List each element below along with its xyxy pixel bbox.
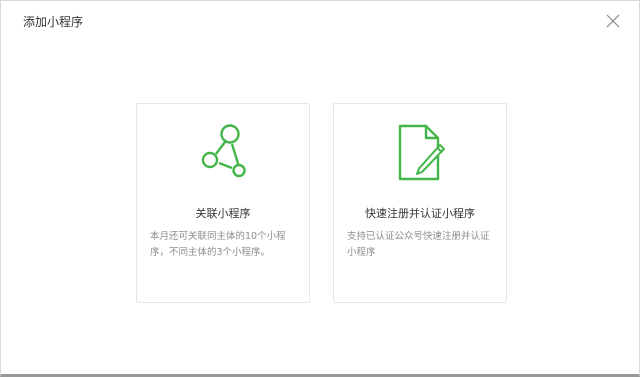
link-nodes-icon [201,124,246,178]
card-description: 本月还可关联同主体的10个小程序，不同主体的3个小程序。 [150,231,286,258]
close-icon [606,14,620,28]
document-edit-icon [398,124,445,181]
card-description: 支持已认证公众号快速注册并认证小程序 [347,231,490,258]
dialog-title: 添加小程序 [23,15,84,29]
close-button[interactable] [605,13,621,29]
quick-register-card[interactable]: 快速注册并认证小程序 支持已认证公众号快速注册并认证小程序 [333,103,507,303]
add-mini-program-dialog: 添加小程序 关联小程序 本月还可关联同主体的10个小程序，不同主体的3个小程序。 [0,0,640,377]
link-mini-program-card[interactable]: 关联小程序 本月还可关联同主体的10个小程序，不同主体的3个小程序。 [136,103,310,303]
card-title: 关联小程序 [195,207,251,220]
card-icon-container [137,122,309,184]
card-icon-container [334,122,506,184]
card-title: 快速注册并认证小程序 [365,207,475,220]
